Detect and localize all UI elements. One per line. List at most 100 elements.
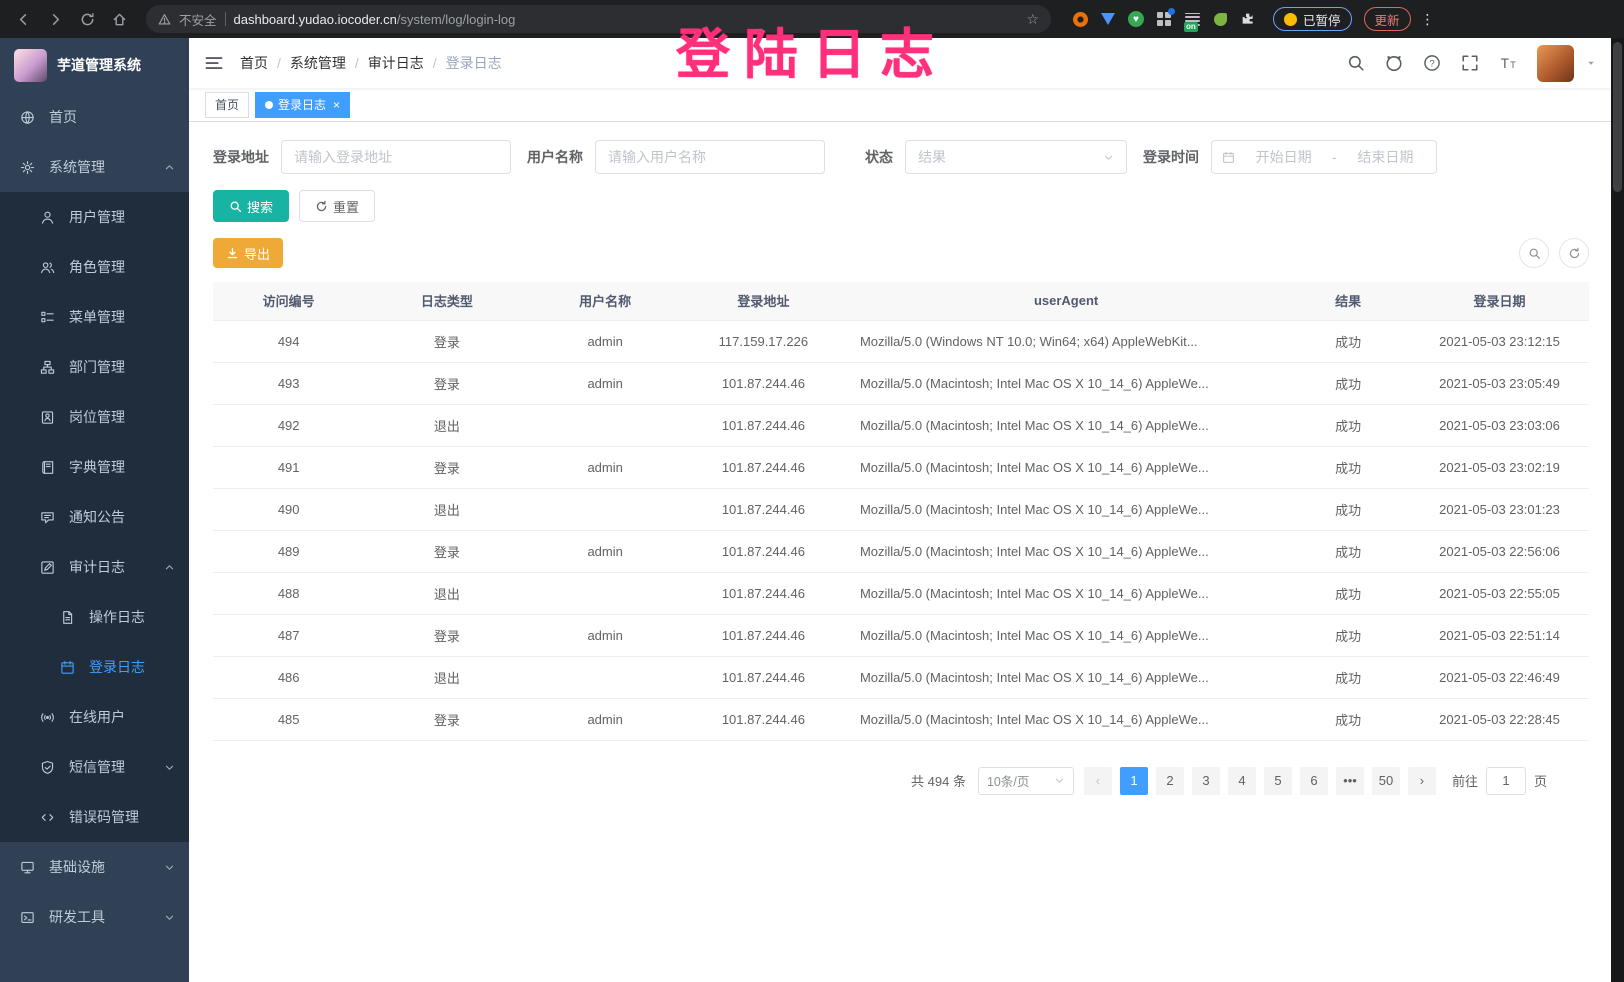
sidebar-item-doc[interactable]: 操作日志 [0, 592, 189, 642]
export-button[interactable]: 导出 [213, 238, 283, 268]
page-button-1[interactable]: 1 [1120, 767, 1148, 795]
cell-id: 485 [213, 698, 364, 740]
browser-reload-button[interactable] [74, 6, 100, 32]
page-button-4[interactable]: 4 [1228, 767, 1256, 795]
sidebar-item-book[interactable]: 字典管理 [0, 442, 189, 492]
url-text[interactable]: dashboard.yudao.iocoder.cn/system/log/lo… [234, 12, 516, 27]
sidebar-item-calendar[interactable]: 登录日志 [0, 642, 189, 692]
prev-page-button[interactable]: ‹ [1084, 767, 1112, 795]
sidebar-item-infra[interactable]: 基础设施 [0, 842, 189, 892]
goto-page-input[interactable]: 1 [1486, 767, 1526, 795]
table-row[interactable]: 486退出101.87.244.46Mozilla/5.0 (Macintosh… [213, 656, 1589, 698]
cell-date: 2021-05-03 22:56:06 [1410, 530, 1589, 572]
pager-ellipsis[interactable]: ••• [1336, 767, 1364, 795]
end-date-placeholder[interactable]: 结束日期 [1345, 147, 1426, 167]
github-icon[interactable] [1385, 54, 1403, 72]
start-date-placeholder[interactable]: 开始日期 [1243, 147, 1324, 167]
font-size-icon[interactable]: TT [1499, 54, 1517, 72]
tab-close-icon[interactable]: × [333, 98, 340, 112]
extension-diamond-icon[interactable] [1099, 10, 1117, 28]
table-row[interactable]: 490退出101.87.244.46Mozilla/5.0 (Macintosh… [213, 488, 1589, 530]
page-button-2[interactable]: 2 [1156, 767, 1184, 795]
refresh-table-button[interactable] [1559, 238, 1589, 268]
cell-ua: Mozilla/5.0 (Macintosh; Intel Mac OS X 1… [846, 572, 1286, 614]
sidebar-item-users[interactable]: 角色管理 [0, 242, 189, 292]
sidebar-item-tree[interactable]: 部门管理 [0, 342, 189, 392]
bookmark-star-icon[interactable]: ☆ [1026, 11, 1039, 28]
page-button-5[interactable]: 5 [1264, 767, 1292, 795]
page-scrollbar[interactable] [1611, 38, 1624, 982]
cell-user: admin [529, 614, 680, 656]
extension-leaf-icon[interactable] [1211, 10, 1229, 28]
sidebar-menu: 首页系统管理用户管理角色管理菜单管理部门管理岗位管理字典管理通知公告审计日志操作… [0, 92, 189, 942]
extension-green-circle-icon[interactable]: ♥ [1127, 10, 1145, 28]
extension-list-icon[interactable]: on [1183, 10, 1201, 28]
browser-home-button[interactable] [106, 6, 132, 32]
app-logo[interactable]: 芋道管理系统 [0, 38, 189, 92]
reset-button[interactable]: 重置 [299, 190, 375, 222]
tab-home[interactable]: 首页 [205, 92, 249, 118]
breadcrumb-item[interactable]: 首页 [240, 53, 268, 73]
browser-back-button[interactable] [10, 6, 36, 32]
browser-menu-icon[interactable]: ⋮ [1421, 11, 1435, 28]
chevron-down-icon [1103, 152, 1114, 163]
tools-icon [20, 910, 35, 925]
extension-orange-icon[interactable] [1071, 10, 1089, 28]
sidebar-item-online[interactable]: 在线用户 [0, 692, 189, 742]
cell-date: 2021-05-03 23:12:15 [1410, 320, 1589, 362]
hamburger-icon[interactable] [204, 53, 224, 73]
browser-forward-button[interactable] [42, 6, 68, 32]
table-row[interactable]: 489登录admin101.87.244.46Mozilla/5.0 (Maci… [213, 530, 1589, 572]
search-button[interactable]: 搜索 [213, 190, 289, 222]
sidebar-item-gear[interactable]: 系统管理 [0, 142, 189, 192]
page-button-6[interactable]: 6 [1300, 767, 1328, 795]
breadcrumb-item[interactable]: 系统管理 [290, 53, 346, 73]
sidebar-item-menu[interactable]: 菜单管理 [0, 292, 189, 342]
status-select[interactable]: 结果 [905, 140, 1127, 174]
sidebar-item-label: 首页 [49, 107, 77, 127]
date-range-picker[interactable]: 开始日期 - 结束日期 [1211, 140, 1437, 174]
user-avatar[interactable] [1537, 45, 1574, 82]
sidebar-item-sms[interactable]: 短信管理 [0, 742, 189, 792]
table-row[interactable]: 491登录admin101.87.244.46Mozilla/5.0 (Maci… [213, 446, 1589, 488]
page-button-50[interactable]: 50 [1372, 767, 1400, 795]
page-size-select[interactable]: 10条/页 [978, 767, 1074, 795]
app-title: 芋道管理系统 [57, 55, 141, 75]
sidebar-item-dashboard[interactable]: 首页 [0, 92, 189, 142]
page-button-3[interactable]: 3 [1192, 767, 1220, 795]
toggle-search-button[interactable] [1519, 238, 1549, 268]
table-row[interactable]: 488退出101.87.244.46Mozilla/5.0 (Macintosh… [213, 572, 1589, 614]
next-page-button[interactable]: › [1408, 767, 1436, 795]
calendar-icon [1222, 151, 1235, 164]
update-browser-pill[interactable]: 更新 [1364, 7, 1411, 31]
table-row[interactable]: 493登录admin101.87.244.46Mozilla/5.0 (Maci… [213, 362, 1589, 404]
extension-grid-icon[interactable] [1155, 10, 1173, 28]
magnifier-icon [1528, 247, 1541, 260]
table-row[interactable]: 487登录admin101.87.244.46Mozilla/5.0 (Maci… [213, 614, 1589, 656]
sidebar-item-user[interactable]: 用户管理 [0, 192, 189, 242]
fullscreen-icon[interactable] [1461, 54, 1479, 72]
sidebar-item-audit[interactable]: 审计日志 [0, 542, 189, 592]
tab-login-log[interactable]: 登录日志× [255, 92, 350, 118]
sidebar-item-label: 通知公告 [69, 507, 125, 527]
sidebar-item-code[interactable]: 错误码管理 [0, 792, 189, 842]
extension-puzzle-icon[interactable] [1239, 10, 1257, 28]
sidebar-item-tools[interactable]: 研发工具 [0, 892, 189, 942]
sidebar-item-badge[interactable]: 岗位管理 [0, 392, 189, 442]
security-label[interactable]: 不安全 [179, 10, 217, 29]
breadcrumb-item[interactable]: 审计日志 [368, 53, 424, 73]
breadcrumb-separator: / [277, 55, 281, 71]
column-header-user: 用户名称 [529, 282, 680, 320]
table-row[interactable]: 485登录admin101.87.244.46Mozilla/5.0 (Maci… [213, 698, 1589, 740]
table-row[interactable]: 492退出101.87.244.46Mozilla/5.0 (Macintosh… [213, 404, 1589, 446]
username-input[interactable]: 请输入用户名称 [595, 140, 825, 174]
search-icon[interactable] [1347, 54, 1365, 72]
ip-input[interactable]: 请输入登录地址 [281, 140, 511, 174]
chevron-up-icon [164, 162, 175, 173]
scrollbar-thumb[interactable] [1613, 42, 1622, 192]
help-icon[interactable]: ? [1423, 54, 1441, 72]
paused-extension-pill[interactable]: 已暂停 [1273, 7, 1352, 31]
sidebar-item-announce[interactable]: 通知公告 [0, 492, 189, 542]
avatar-caret-icon[interactable] [1586, 58, 1596, 68]
table-row[interactable]: 494登录admin117.159.17.226Mozilla/5.0 (Win… [213, 320, 1589, 362]
